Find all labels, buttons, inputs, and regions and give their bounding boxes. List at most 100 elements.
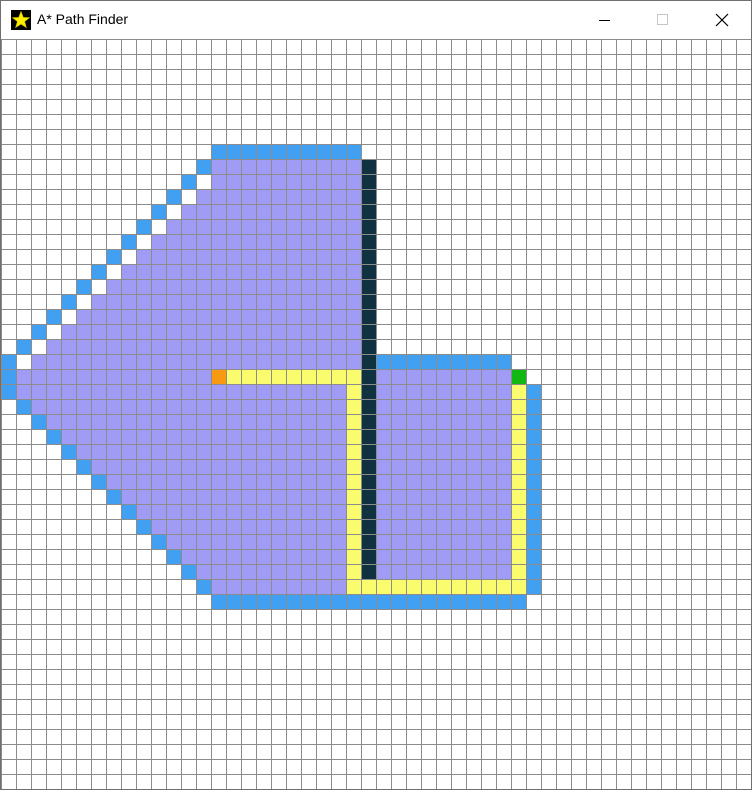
closed-cell[interactable] [211, 429, 226, 444]
closed-cell[interactable] [136, 264, 151, 279]
closed-cell[interactable] [301, 414, 316, 429]
closed-cell[interactable] [211, 579, 226, 594]
closed-cell[interactable] [151, 369, 166, 384]
closed-cell[interactable] [256, 459, 271, 474]
open-cell[interactable] [526, 474, 541, 489]
wall-cell[interactable] [361, 354, 376, 369]
closed-cell[interactable] [406, 369, 421, 384]
closed-cell[interactable] [301, 174, 316, 189]
closed-cell[interactable] [196, 339, 211, 354]
open-cell[interactable] [496, 354, 511, 369]
closed-cell[interactable] [226, 324, 241, 339]
closed-cell[interactable] [211, 324, 226, 339]
closed-cell[interactable] [106, 384, 121, 399]
closed-cell[interactable] [301, 219, 316, 234]
closed-cell[interactable] [451, 459, 466, 474]
open-cell[interactable] [406, 594, 421, 609]
closed-cell[interactable] [76, 429, 91, 444]
open-cell[interactable] [211, 594, 226, 609]
closed-cell[interactable] [226, 189, 241, 204]
wall-cell[interactable] [361, 279, 376, 294]
closed-cell[interactable] [331, 219, 346, 234]
closed-cell[interactable] [136, 414, 151, 429]
closed-cell[interactable] [406, 444, 421, 459]
closed-cell[interactable] [286, 504, 301, 519]
closed-cell[interactable] [346, 234, 361, 249]
closed-cell[interactable] [226, 354, 241, 369]
closed-cell[interactable] [451, 564, 466, 579]
closed-cell[interactable] [16, 384, 31, 399]
closed-cell[interactable] [256, 324, 271, 339]
open-cell[interactable] [286, 144, 301, 159]
closed-cell[interactable] [286, 549, 301, 564]
closed-cell[interactable] [91, 384, 106, 399]
open-cell[interactable] [526, 579, 541, 594]
closed-cell[interactable] [226, 564, 241, 579]
closed-cell[interactable] [331, 474, 346, 489]
closed-cell[interactable] [121, 369, 136, 384]
closed-cell[interactable] [271, 504, 286, 519]
closed-cell[interactable] [196, 549, 211, 564]
closed-cell[interactable] [76, 399, 91, 414]
path-cell[interactable] [346, 534, 361, 549]
open-cell[interactable] [301, 144, 316, 159]
closed-cell[interactable] [271, 189, 286, 204]
open-cell[interactable] [451, 594, 466, 609]
closed-cell[interactable] [151, 294, 166, 309]
closed-cell[interactable] [166, 504, 181, 519]
open-cell[interactable] [256, 594, 271, 609]
closed-cell[interactable] [271, 339, 286, 354]
closed-cell[interactable] [346, 159, 361, 174]
closed-cell[interactable] [166, 414, 181, 429]
closed-cell[interactable] [181, 354, 196, 369]
closed-cell[interactable] [256, 159, 271, 174]
closed-cell[interactable] [241, 549, 256, 564]
open-cell[interactable] [31, 414, 46, 429]
closed-cell[interactable] [181, 549, 196, 564]
path-cell[interactable] [346, 549, 361, 564]
closed-cell[interactable] [436, 489, 451, 504]
closed-cell[interactable] [376, 384, 391, 399]
closed-cell[interactable] [466, 399, 481, 414]
open-cell[interactable] [61, 444, 76, 459]
closed-cell[interactable] [196, 189, 211, 204]
closed-cell[interactable] [421, 474, 436, 489]
closed-cell[interactable] [331, 309, 346, 324]
open-cell[interactable] [196, 579, 211, 594]
closed-cell[interactable] [316, 489, 331, 504]
closed-cell[interactable] [121, 264, 136, 279]
closed-cell[interactable] [301, 519, 316, 534]
open-cell[interactable] [526, 414, 541, 429]
closed-cell[interactable] [496, 414, 511, 429]
closed-cell[interactable] [151, 234, 166, 249]
closed-cell[interactable] [466, 549, 481, 564]
closed-cell[interactable] [211, 339, 226, 354]
closed-cell[interactable] [331, 249, 346, 264]
closed-cell[interactable] [121, 414, 136, 429]
closed-cell[interactable] [286, 264, 301, 279]
closed-cell[interactable] [166, 474, 181, 489]
path-cell[interactable] [421, 579, 436, 594]
wall-cell[interactable] [361, 249, 376, 264]
path-cell[interactable] [346, 564, 361, 579]
closed-cell[interactable] [181, 429, 196, 444]
closed-cell[interactable] [226, 384, 241, 399]
path-cell[interactable] [511, 414, 526, 429]
closed-cell[interactable] [196, 309, 211, 324]
closed-cell[interactable] [316, 324, 331, 339]
closed-cell[interactable] [106, 444, 121, 459]
title-bar[interactable]: A* Path Finder [1, 1, 751, 39]
closed-cell[interactable] [241, 459, 256, 474]
open-cell[interactable] [121, 234, 136, 249]
closed-cell[interactable] [421, 399, 436, 414]
wall-cell[interactable] [361, 414, 376, 429]
closed-cell[interactable] [136, 294, 151, 309]
closed-cell[interactable] [121, 384, 136, 399]
closed-cell[interactable] [316, 219, 331, 234]
open-cell[interactable] [241, 144, 256, 159]
closed-cell[interactable] [301, 264, 316, 279]
path-cell[interactable] [466, 579, 481, 594]
open-cell[interactable] [466, 594, 481, 609]
closed-cell[interactable] [241, 339, 256, 354]
closed-cell[interactable] [316, 294, 331, 309]
